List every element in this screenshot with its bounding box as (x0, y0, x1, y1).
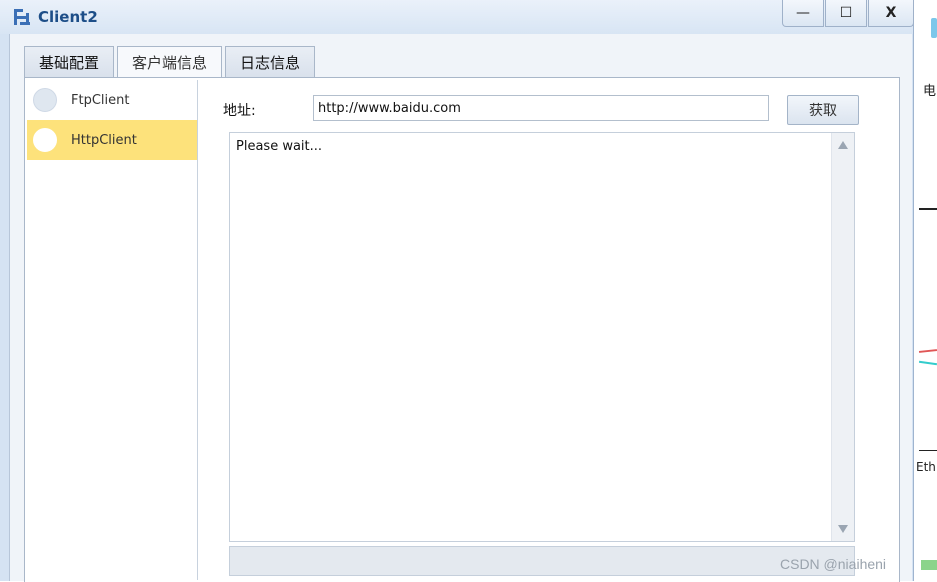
background-app-strip: 电 Eth (913, 0, 937, 581)
watermark: CSDN @niaiheni (780, 556, 887, 572)
background-partial-char: 电 (923, 84, 937, 99)
app-icon (14, 9, 30, 25)
address-label: 地址: (223, 103, 256, 119)
client-area: 基础配置 客户端信息 日志信息 FtpClient HttpClient 地址:… (9, 34, 912, 582)
close-button[interactable]: X (868, 0, 914, 27)
client-list: FtpClient HttpClient (27, 80, 198, 580)
fetch-button[interactable]: 获取 (787, 95, 859, 125)
background-blue-shape (931, 18, 937, 38)
list-item-httpclient[interactable]: HttpClient (27, 120, 197, 160)
tab-bar: 基础配置 客户端信息 日志信息 (24, 46, 318, 78)
client-window: Client2 — ☐ X 基础配置 客户端信息 日志信息 FtpClient (0, 0, 915, 582)
title-bar[interactable]: Client2 — ☐ X (0, 0, 915, 34)
response-text: Please wait... (236, 139, 323, 154)
tab-client-info[interactable]: 客户端信息 (117, 46, 223, 78)
tab-log-info[interactable]: 日志信息 (225, 46, 316, 77)
background-line (918, 360, 937, 366)
close-icon: X (885, 5, 897, 21)
list-item-ftpclient[interactable]: FtpClient (27, 80, 197, 120)
client-status-icon (33, 128, 57, 152)
maximize-button[interactable]: ☐ (825, 0, 867, 27)
tab-basic-config[interactable]: 基础配置 (24, 46, 115, 77)
background-line (919, 208, 937, 210)
background-green-shape (921, 560, 937, 570)
client-label: HttpClient (71, 132, 137, 148)
window-controls: — ☐ X (782, 0, 915, 27)
response-output[interactable]: Please wait... (229, 132, 855, 542)
window-title: Client2 (38, 8, 98, 26)
background-line (918, 349, 937, 353)
background-line (919, 450, 937, 451)
maximize-icon: ☐ (839, 5, 853, 21)
client-info-panel: FtpClient HttpClient 地址: 获取 Please wait.… (24, 77, 900, 582)
minimize-button[interactable]: — (782, 0, 824, 27)
status-bar (229, 546, 855, 576)
client-label: FtpClient (71, 92, 130, 108)
client-status-icon (33, 88, 57, 112)
minimize-icon: — (796, 5, 810, 21)
address-input[interactable] (313, 95, 769, 121)
background-partial-text: Eth (916, 460, 936, 474)
vertical-scrollbar[interactable] (831, 133, 854, 541)
scroll-up-icon[interactable] (838, 141, 848, 149)
scroll-down-icon[interactable] (838, 525, 848, 533)
